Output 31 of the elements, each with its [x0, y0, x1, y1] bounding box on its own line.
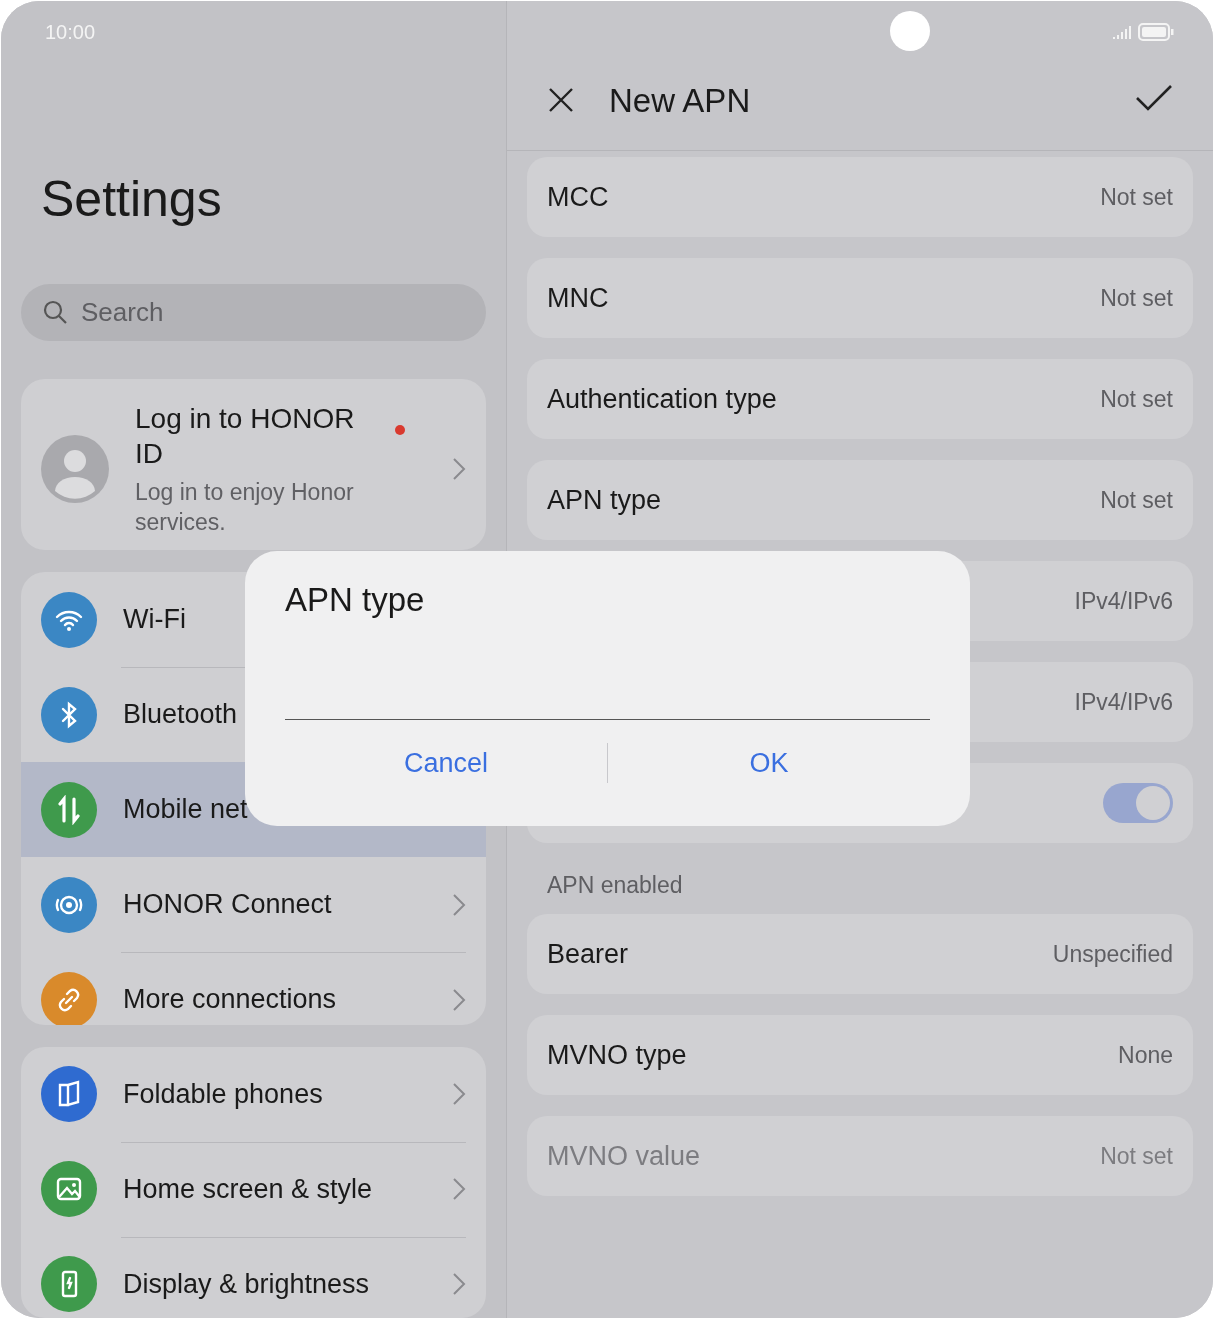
item-label: Bluetooth — [123, 699, 238, 731]
row-label: Authentication type — [547, 383, 777, 415]
row-value: Not set — [1100, 183, 1173, 211]
row-value: Not set — [1100, 486, 1173, 514]
item-label: HONOR Connect — [123, 889, 332, 921]
row-value: Not set — [1100, 1142, 1173, 1170]
screen-title: New APN — [609, 82, 752, 120]
row-value: None — [1118, 1041, 1173, 1069]
item-label: Mobile net — [123, 794, 248, 826]
row-label: MVNO type — [547, 1039, 687, 1071]
row-value: Unspecified — [1052, 940, 1173, 968]
row-label: MNC — [547, 282, 609, 314]
row-value: Not set — [1100, 284, 1173, 312]
row-label: Bearer — [547, 938, 629, 970]
row-label: MCC — [547, 181, 609, 213]
account-title: Log in to HONOR ID — [135, 401, 356, 471]
item-label: More connections — [123, 984, 337, 1016]
dialog-title: APN type — [285, 581, 426, 619]
account-subtitle: Log in to enjoy Honor services. — [135, 477, 355, 537]
row-caption: APN enabled — [546, 871, 684, 899]
page-title: Settings — [41, 169, 223, 229]
item-label: Foldable phones — [123, 1078, 323, 1110]
row-label: APN type — [547, 484, 662, 516]
row-value: Not set — [1100, 385, 1173, 413]
search-placeholder: Search — [81, 296, 164, 328]
row-value: IPv4/IPv6 — [1074, 688, 1173, 716]
item-label: Display & brightness — [123, 1268, 370, 1300]
row-value: IPv4/IPv6 — [1074, 587, 1173, 615]
item-label: Wi-Fi — [123, 604, 186, 636]
item-label: Home screen & style — [123, 1173, 373, 1205]
row-label: MVNO value — [547, 1140, 701, 1172]
